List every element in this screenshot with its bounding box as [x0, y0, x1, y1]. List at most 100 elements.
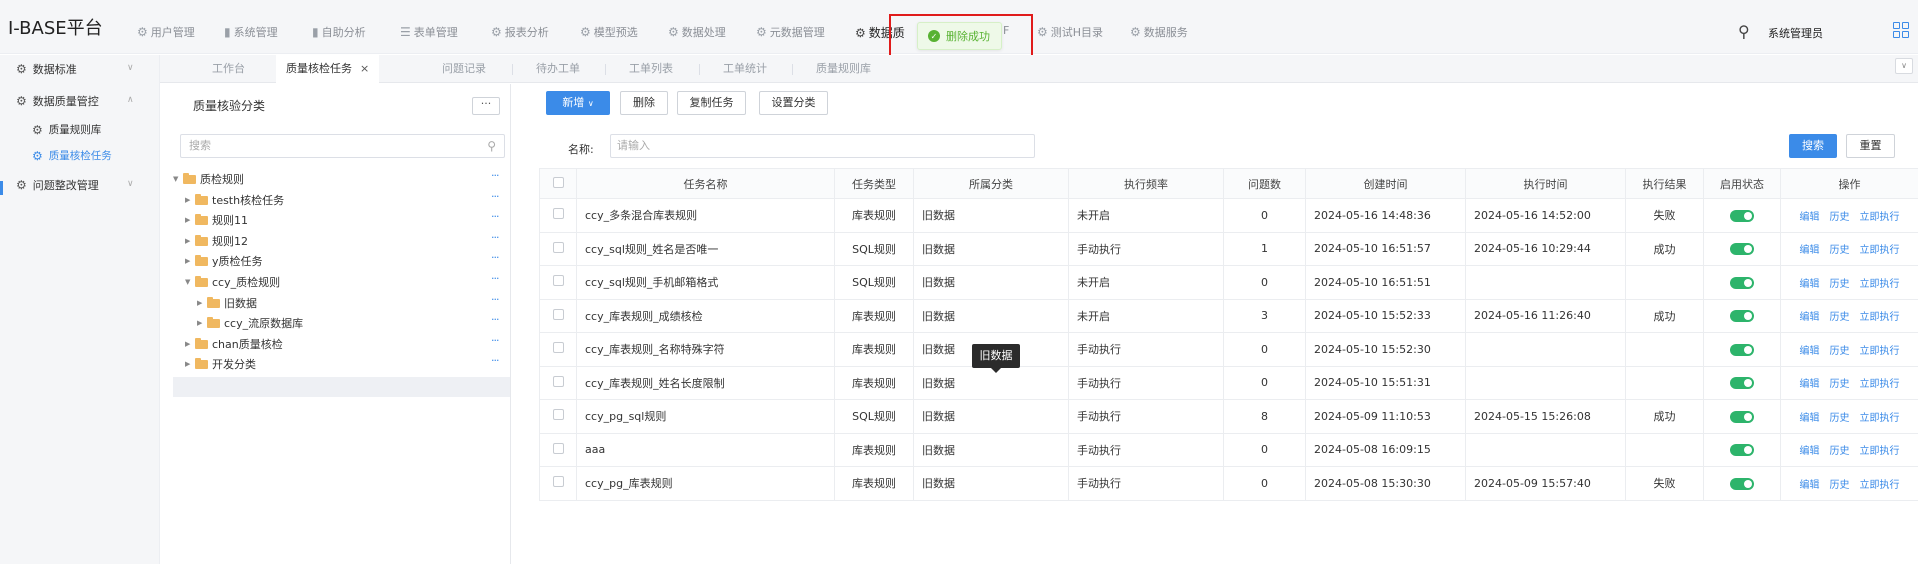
tree-node-more-icon[interactable]: ···: [491, 190, 499, 203]
history-link[interactable]: 历史: [1830, 212, 1850, 223]
history-link[interactable]: 历史: [1830, 379, 1850, 390]
edit-link[interactable]: 编辑: [1800, 413, 1820, 424]
tree-node-more-icon[interactable]: ···: [491, 251, 499, 264]
tree-node-more-icon[interactable]: ···: [491, 169, 499, 182]
tab-1[interactable]: 质量核检任务 ×: [276, 55, 380, 83]
caret-down-icon[interactable]: ▼: [173, 169, 183, 190]
tree-node[interactable]: ▶ testh核检任务: [185, 190, 284, 211]
delete-button[interactable]: 删除: [620, 91, 668, 115]
tree-node[interactable]: ▶ 规则11: [185, 210, 248, 231]
caret-right-icon[interactable]: ▶: [185, 251, 195, 272]
search-icon[interactable]: ⚲: [487, 135, 496, 157]
enabled-toggle[interactable]: [1730, 310, 1754, 323]
row-checkbox[interactable]: [552, 409, 564, 421]
row-checkbox[interactable]: [552, 442, 564, 454]
edit-link[interactable]: 编辑: [1800, 245, 1820, 256]
history-link[interactable]: 历史: [1830, 279, 1850, 290]
tree-more-button[interactable]: ···: [472, 97, 500, 115]
tab-5[interactable]: 工单统计: [723, 55, 767, 83]
tree-node[interactable]: ▼ 质检规则: [173, 169, 244, 190]
sidebar-item-quality-check-task[interactable]: ⚙ 质量核检任务: [32, 148, 112, 163]
history-link[interactable]: 历史: [1830, 346, 1850, 357]
run-now-link[interactable]: 立即执行: [1860, 413, 1900, 424]
edit-link[interactable]: 编辑: [1800, 212, 1820, 223]
tab-4[interactable]: 工单列表: [629, 55, 673, 83]
tree-node[interactable]: ▶ 开发分类: [185, 354, 256, 375]
menu-item-0[interactable]: ⚙ 用户管理: [137, 24, 195, 40]
menu-item-10[interactable]: ⚙ 数据服务: [1130, 24, 1188, 40]
enabled-toggle[interactable]: [1730, 243, 1754, 256]
tree-node[interactable]: ▶ ccy_流原数据库: [197, 313, 303, 334]
sidebar-item-quality-rule-library[interactable]: ⚙ 质量规则库: [32, 122, 101, 137]
caret-right-icon[interactable]: ▶: [185, 210, 195, 231]
copy-task-button[interactable]: 复制任务: [677, 91, 746, 115]
tab-more-chevron-icon[interactable]: ∨: [1895, 58, 1913, 74]
history-link[interactable]: 历史: [1830, 245, 1850, 256]
run-now-link[interactable]: 立即执行: [1860, 446, 1900, 457]
tree-node-more-icon[interactable]: ···: [491, 334, 499, 347]
tree-node-more-icon[interactable]: ···: [491, 210, 499, 223]
caret-right-icon[interactable]: ▶: [185, 231, 195, 252]
menu-item-4[interactable]: ⚙ 报表分析: [491, 24, 549, 40]
set-category-button[interactable]: 设置分类: [759, 91, 828, 115]
history-link[interactable]: 历史: [1830, 446, 1850, 457]
tree-node-more-icon[interactable]: ···: [491, 354, 499, 367]
menu-item-9[interactable]: ⚙ 测试H目录: [1037, 24, 1103, 40]
history-link[interactable]: 历史: [1830, 413, 1850, 424]
tree-node-more-icon[interactable]: ···: [491, 272, 499, 285]
history-link[interactable]: 历史: [1830, 480, 1850, 491]
close-icon[interactable]: ×: [360, 62, 369, 75]
tree-node[interactable]: ▶ chan质量核检: [185, 334, 283, 355]
tab-0[interactable]: 工作台: [212, 55, 245, 83]
select-all-checkbox[interactable]: [552, 176, 564, 188]
sidebar-item-data-standard[interactable]: ⚙ 数据标准: [16, 61, 77, 77]
enabled-toggle[interactable]: [1730, 444, 1754, 457]
edit-link[interactable]: 编辑: [1800, 312, 1820, 323]
menu-item-5[interactable]: ⚙ 模型预选: [580, 24, 638, 40]
tree-node[interactable]: ▼ ccy_质检规则: [185, 272, 280, 293]
tab-3[interactable]: 待办工单: [536, 55, 580, 83]
tree-search-input[interactable]: 搜索 ⚲: [180, 134, 505, 158]
app-grid-icon[interactable]: [1893, 22, 1909, 38]
tree-node[interactable]: ▶ y质检任务: [185, 251, 263, 272]
caret-right-icon[interactable]: ▶: [185, 354, 195, 375]
run-now-link[interactable]: 立即执行: [1860, 245, 1900, 256]
tree-node-more-icon[interactable]: ···: [491, 293, 499, 306]
enabled-toggle[interactable]: [1730, 276, 1754, 289]
search-icon[interactable]: ⚲: [1738, 22, 1750, 41]
edit-link[interactable]: 编辑: [1800, 346, 1820, 357]
name-filter-input[interactable]: 请输入: [610, 134, 1035, 158]
row-checkbox[interactable]: [552, 342, 564, 354]
run-now-link[interactable]: 立即执行: [1860, 279, 1900, 290]
tab-6[interactable]: 质量规则库: [816, 55, 871, 83]
reset-button[interactable]: 重置: [1846, 134, 1895, 158]
row-checkbox[interactable]: [552, 375, 564, 387]
history-link[interactable]: 历史: [1830, 312, 1850, 323]
edit-link[interactable]: 编辑: [1800, 480, 1820, 491]
tree-node-more-icon[interactable]: ···: [491, 313, 499, 326]
edit-link[interactable]: 编辑: [1800, 446, 1820, 457]
run-now-link[interactable]: 立即执行: [1860, 480, 1900, 491]
chevron-down-icon[interactable]: ∨: [127, 63, 134, 73]
edit-link[interactable]: 编辑: [1800, 379, 1820, 390]
row-checkbox[interactable]: [552, 275, 564, 287]
run-now-link[interactable]: 立即执行: [1860, 346, 1900, 357]
row-checkbox[interactable]: [552, 241, 564, 253]
sidebar-item-issue-rectification[interactable]: ⚙ 问题整改管理: [16, 177, 99, 193]
chevron-down-icon[interactable]: ∨: [127, 179, 134, 189]
run-now-link[interactable]: 立即执行: [1860, 212, 1900, 223]
sidebar-item-quality-control[interactable]: ⚙ 数据质量管控: [16, 93, 99, 109]
caret-down-icon[interactable]: ▼: [185, 272, 195, 293]
username[interactable]: 系统管理员: [1768, 25, 1823, 41]
tree-node-more-icon[interactable]: ···: [491, 231, 499, 244]
menu-item-6[interactable]: ⚙ 数据处理: [668, 24, 726, 40]
menu-item-2[interactable]: ▮ 自助分析: [312, 24, 366, 40]
chevron-up-icon[interactable]: ∧: [127, 95, 134, 105]
run-now-link[interactable]: 立即执行: [1860, 312, 1900, 323]
new-dropdown-button[interactable]: 新增 ∨: [546, 91, 610, 115]
edit-link[interactable]: 编辑: [1800, 279, 1820, 290]
tab-2[interactable]: 问题记录: [442, 55, 486, 83]
row-checkbox[interactable]: [552, 308, 564, 320]
enabled-toggle[interactable]: [1730, 477, 1754, 490]
menu-item-3[interactable]: ☰ 表单管理: [400, 24, 458, 40]
